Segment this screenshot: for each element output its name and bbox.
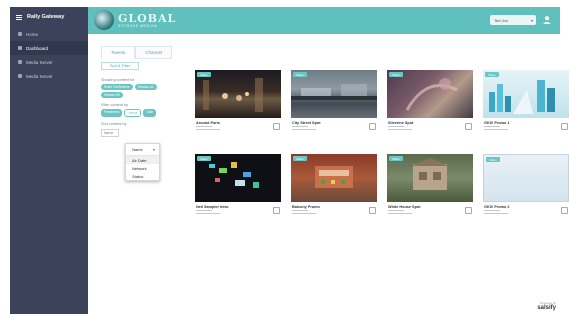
- filter-chip[interactable]: Venue: [124, 109, 142, 117]
- media-tag: Video: [389, 72, 403, 77]
- media-card[interactable]: Video GKIV Promo 2: [483, 154, 569, 216]
- filter-label: Sort content by: [101, 122, 127, 126]
- media-tag: Video: [293, 72, 307, 77]
- thumbnail: Video: [195, 70, 281, 118]
- select-checkbox[interactable]: [561, 207, 568, 214]
- chevron-down-icon: ▾: [152, 147, 155, 152]
- media-card[interactable]: Video GKIV Promo 1: [483, 70, 569, 132]
- sort-select[interactable]: Name: [101, 129, 119, 137]
- main-content: Tweets Channel Sort & Filter Showing con…: [88, 34, 569, 314]
- dropdown-current[interactable]: Name ▾: [126, 144, 159, 156]
- sidebar-header: Rally Gateway: [10, 7, 88, 27]
- sort-dropdown-menu: Name ▾ Air Date Network Status: [125, 143, 160, 181]
- thumbnail: Video: [483, 70, 569, 118]
- brand-logo: salsify: [537, 305, 556, 311]
- sidebar-item-media-server[interactable]: Media Server: [10, 55, 88, 69]
- card-title: City Street Spot: [292, 121, 321, 125]
- sidebar-item-media-server-2[interactable]: Media Server: [10, 69, 88, 83]
- card-title: GKIV Promo 2: [484, 205, 510, 209]
- thumbnail: Video: [291, 70, 377, 118]
- media-card[interactable]: Video Silverine Spot: [387, 70, 473, 132]
- sidebar-item-label: Home: [26, 31, 39, 37]
- sidebar-item-label: Dashboard: [26, 45, 49, 51]
- logo: GLOBAL STORAGE MEDIUM: [94, 10, 176, 30]
- tab-channel[interactable]: Channel: [135, 46, 173, 59]
- dropdown-option[interactable]: Air Date: [126, 156, 159, 164]
- dashboard-icon: [18, 46, 22, 50]
- media-card[interactable]: Video White House Spot: [387, 154, 473, 216]
- top-bar: GLOBAL STORAGE MEDIUM Ted Jon ▾: [88, 7, 560, 34]
- tab-tweets[interactable]: Tweets: [101, 46, 136, 59]
- card-title: White House Spot: [388, 205, 421, 209]
- card-title: Silverine Spot: [388, 121, 414, 125]
- filter-chip[interactable]: Presenters: [101, 109, 123, 117]
- app-window: Rally Gateway Home Dashboard Media Serve…: [10, 7, 569, 314]
- server-icon: [18, 60, 22, 64]
- user-icon[interactable]: [542, 15, 552, 25]
- card-title: Balcony Promo: [292, 205, 320, 209]
- chip-group: Entire Conference Session A1 Session B2: [101, 84, 171, 98]
- media-tag: Video: [485, 72, 499, 77]
- globe-icon: [94, 10, 114, 30]
- sidebar-item-label: Media Server: [26, 73, 53, 79]
- media-card[interactable]: Video Balcony Promo: [291, 154, 377, 216]
- thumbnail: Video: [291, 154, 377, 202]
- chip-group: Presenters Venue Date: [101, 109, 171, 117]
- media-card[interactable]: Video Neil Sampler Intro: [195, 154, 281, 216]
- media-card[interactable]: Video City Street Spot: [291, 70, 377, 132]
- media-tag: Video: [486, 157, 500, 162]
- filter-chip[interactable]: Date: [143, 109, 157, 117]
- home-icon: [18, 32, 22, 36]
- media-tag: Video: [197, 156, 211, 161]
- sidebar-item-home[interactable]: Home: [10, 27, 88, 41]
- logo-tagline: STORAGE MEDIUM: [118, 23, 158, 28]
- filter-panel: Sort & Filter Showing content for Entire…: [101, 62, 171, 137]
- filter-label: Filter content by: [101, 103, 129, 107]
- sidebar-item-label: Media Server: [26, 59, 53, 65]
- thumbnail: Video: [483, 154, 569, 202]
- server-icon: [18, 74, 22, 78]
- select-checkbox[interactable]: [273, 123, 280, 130]
- filter-chip[interactable]: Session B2: [101, 92, 124, 98]
- select-checkbox[interactable]: [369, 123, 376, 130]
- select-checkbox[interactable]: [465, 123, 472, 130]
- filter-label: Showing content for: [101, 78, 135, 82]
- media-card[interactable]: Video Around Paris: [195, 70, 281, 132]
- user-select[interactable]: Ted Jon ▾: [490, 15, 536, 25]
- select-checkbox[interactable]: [465, 207, 472, 214]
- filter-chip[interactable]: Session A1: [134, 84, 157, 90]
- select-checkbox[interactable]: [561, 123, 568, 130]
- media-tag: Video: [293, 156, 307, 161]
- app-title: Rally Gateway: [27, 14, 65, 20]
- dropdown-current-label: Name: [132, 147, 143, 152]
- thumbnail: Video: [387, 70, 473, 118]
- media-tag: Video: [389, 156, 403, 161]
- chevron-down-icon: ▾: [530, 18, 533, 23]
- card-title: Around Paris: [196, 121, 220, 125]
- filter-chip[interactable]: Entire Conference: [101, 84, 133, 90]
- sidebar: Rally Gateway Home Dashboard Media Serve…: [10, 7, 88, 314]
- tab-bar: Tweets Channel: [101, 46, 173, 59]
- card-title: Neil Sampler Intro: [196, 205, 229, 209]
- footer-branding: Powered by salsify: [537, 301, 556, 311]
- logo-wordmark: GLOBAL: [118, 11, 177, 25]
- card-title: GKIV Promo 1: [484, 121, 510, 125]
- dropdown-option[interactable]: Network: [126, 164, 159, 172]
- user-select-value: Ted Jon: [494, 17, 509, 23]
- sort-filter-button[interactable]: Sort & Filter: [101, 62, 139, 70]
- thumbnail: Video: [195, 154, 281, 202]
- menu-icon[interactable]: [16, 14, 22, 20]
- dropdown-option[interactable]: Status: [126, 172, 159, 180]
- media-tag: Video: [197, 72, 211, 77]
- select-checkbox[interactable]: [369, 207, 376, 214]
- sidebar-item-dashboard[interactable]: Dashboard: [10, 41, 88, 55]
- thumbnail: Video: [387, 154, 473, 202]
- select-checkbox[interactable]: [273, 207, 280, 214]
